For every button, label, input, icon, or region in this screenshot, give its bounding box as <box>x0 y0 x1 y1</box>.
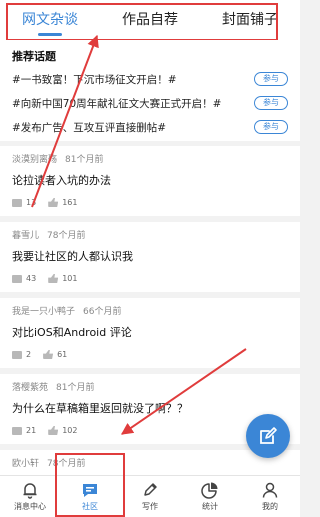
like-count: 101 <box>62 274 78 283</box>
topic-text: #一书致富！下沉市场征文开启！# <box>12 73 177 86</box>
chat-icon <box>83 484 97 497</box>
bottom-nav: 消息中心 社区 写作 统计 我的 <box>0 475 300 517</box>
comment-count: 2 <box>26 350 32 359</box>
topic-item[interactable]: #发布广告、互攻互评直接删帖# 参与 <box>12 115 300 139</box>
post-stats: 2 61 <box>12 350 69 359</box>
post-author[interactable]: 暮雪儿 <box>12 231 39 241</box>
comment-icon <box>12 426 22 435</box>
bell-icon <box>23 483 37 499</box>
nav-item-community[interactable]: 社区 <box>60 476 120 517</box>
recommended-topics: 推荐话题 #一书致富！下沉市场征文开启！# 参与 #向新中国70周年献礼征文大赛… <box>0 40 300 141</box>
post-item[interactable]: 暮雪儿 78个月前 我要让社区的人都认识我 43 101 <box>0 222 300 292</box>
nav-item-messages[interactable]: 消息中心 <box>0 476 60 517</box>
tab-web-novel-talk[interactable]: 网文杂谈 <box>0 0 100 40</box>
join-button[interactable]: 参与 <box>254 72 288 86</box>
comment-icon <box>12 274 22 283</box>
post-stats: 21 102 <box>12 426 79 435</box>
like-icon[interactable] <box>48 274 59 283</box>
nav-label: 统计 <box>202 502 218 511</box>
tab-work-recommend[interactable]: 作品自荐 <box>100 0 200 40</box>
post-time: 66个月前 <box>83 307 122 317</box>
nav-item-mine[interactable]: 我的 <box>240 476 300 517</box>
post-item[interactable]: 淡漠别离殇 81个月前 论拉读者入坑的办法 13 161 <box>0 146 300 216</box>
topic-text: #向新中国70周年献礼征文大赛正式开启！# <box>12 97 222 110</box>
like-icon[interactable] <box>48 426 59 435</box>
post-title[interactable]: 我要让社区的人都认识我 <box>12 248 133 264</box>
post-author[interactable]: 我是一只小鸭子 <box>12 307 75 317</box>
tab-cover-shop[interactable]: 封面铺子 <box>200 0 300 40</box>
post-author[interactable]: 淡漠别离殇 <box>12 155 57 165</box>
post-author[interactable]: 欧小轩 <box>12 459 39 469</box>
edit-icon <box>260 427 277 444</box>
comment-icon <box>12 198 22 207</box>
join-button[interactable]: 参与 <box>254 96 288 110</box>
like-icon[interactable] <box>48 198 59 207</box>
nav-label: 社区 <box>82 502 98 511</box>
join-button[interactable]: 参与 <box>254 120 288 134</box>
like-count: 102 <box>62 426 78 435</box>
comment-icon <box>12 350 22 359</box>
topic-text: #发布广告、互攻互评直接删帖# <box>12 121 167 134</box>
comment-count: 43 <box>26 274 37 283</box>
post-stats: 13 161 <box>12 198 79 207</box>
post-stats: 43 101 <box>12 274 79 283</box>
topic-item[interactable]: #一书致富！下沉市场征文开启！# 参与 <box>12 67 300 91</box>
top-tab-bar: 网文杂谈 作品自荐 封面铺子 <box>0 0 300 40</box>
like-icon[interactable] <box>43 350 54 359</box>
nav-label: 我的 <box>262 502 278 511</box>
post-author[interactable]: 落樱紫苑 <box>12 383 48 393</box>
post-time: 81个月前 <box>56 383 95 393</box>
post-item[interactable]: 我是一只小鸭子 66个月前 对比iOS和Android 评论 2 61 <box>0 298 300 368</box>
post-title[interactable]: 为什么在草稿箱里返回就没了啊？？ <box>12 400 188 416</box>
nav-label: 消息中心 <box>14 502 46 511</box>
compose-post-button[interactable] <box>246 414 290 458</box>
comment-count: 13 <box>26 198 37 207</box>
post-time: 81个月前 <box>65 155 104 165</box>
topics-heading: 推荐话题 <box>12 50 56 63</box>
post-time: 78个月前 <box>47 231 86 241</box>
like-count: 61 <box>57 350 68 359</box>
like-count: 161 <box>62 198 78 207</box>
pie-chart-icon <box>201 482 218 499</box>
pen-icon <box>144 483 157 496</box>
post-time: 78个月前 <box>47 459 86 469</box>
post-title[interactable]: 论拉读者入坑的办法 <box>12 172 111 188</box>
nav-item-stats[interactable]: 统计 <box>180 476 240 517</box>
comment-count: 21 <box>26 426 37 435</box>
user-icon <box>262 482 278 498</box>
nav-item-write[interactable]: 写作 <box>120 476 180 517</box>
nav-label: 写作 <box>142 502 158 511</box>
topic-item[interactable]: #向新中国70周年献礼征文大赛正式开启！# 参与 <box>12 91 300 115</box>
post-title[interactable]: 对比iOS和Android 评论 <box>12 324 132 340</box>
